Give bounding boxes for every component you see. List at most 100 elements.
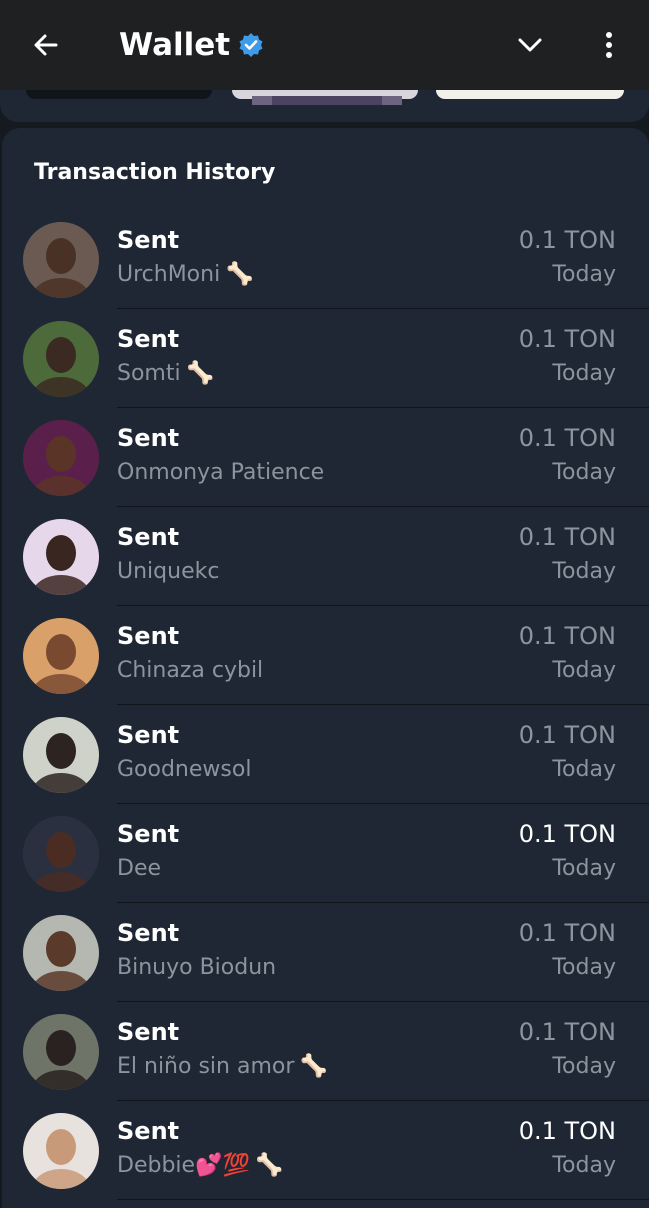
- transaction-type: Sent: [117, 919, 180, 947]
- transaction-row[interactable]: Sent Debbie💕💯 🦴 0.1 TON Today: [2, 1101, 649, 1200]
- recipient-name: Uniquekc: [117, 559, 220, 584]
- bone-emoji-icon: 🦴: [186, 361, 214, 386]
- transaction-type: Sent: [117, 820, 180, 848]
- transaction-date: Today: [552, 955, 616, 980]
- more-options-button[interactable]: [590, 25, 628, 65]
- transaction-type: Sent: [117, 523, 180, 551]
- nft-image: [252, 96, 402, 105]
- avatar[interactable]: [23, 1014, 99, 1090]
- title-group: Wallet: [119, 22, 264, 68]
- transaction-row[interactable]: Sent UrchMoni 🦴 0.1 TON Today: [2, 210, 649, 309]
- transaction-type: Sent: [117, 424, 180, 452]
- transaction-date: Today: [552, 658, 616, 683]
- transaction-type: Sent: [117, 721, 180, 749]
- action-tile[interactable]: [232, 90, 418, 105]
- avatar[interactable]: [23, 915, 99, 991]
- recipient-name-group: Goodnewsol: [117, 757, 251, 782]
- section-title: Transaction History: [34, 160, 276, 185]
- profile-photo: [23, 1014, 99, 1090]
- bone-emoji-icon: 🦴: [300, 1054, 328, 1079]
- avatar[interactable]: [23, 816, 99, 892]
- transaction-type: Sent: [117, 226, 180, 254]
- transaction-date: Today: [552, 1153, 616, 1178]
- more-vertical-icon: [606, 32, 612, 58]
- transaction-list: Sent UrchMoni 🦴 0.1 TON Today Sent Somti 🦴 0.1 T…: [2, 210, 649, 1200]
- transaction-amount: 0.1 TON: [518, 721, 616, 749]
- action-tile[interactable]: [26, 90, 212, 99]
- transaction-date: Today: [552, 856, 616, 881]
- profile-photo: [23, 321, 99, 397]
- recipient-name-group: Uniquekc: [117, 559, 219, 584]
- transaction-amount: 0.1 TON: [518, 226, 616, 254]
- wallet-actions-card: [0, 90, 649, 122]
- transaction-date: Today: [552, 1054, 616, 1079]
- avatar[interactable]: [23, 717, 99, 793]
- recipient-name: Binuyo Biodun: [117, 955, 277, 980]
- verified-badge-icon: [239, 33, 263, 57]
- transaction-date: Today: [552, 460, 616, 485]
- avatar[interactable]: [23, 420, 99, 496]
- recipient-name-group: UrchMoni 🦴: [117, 262, 254, 287]
- transaction-row[interactable]: Sent El niño sin amor 🦴 0.1 TON Today: [2, 1002, 649, 1101]
- transaction-row[interactable]: Sent Chinaza cybil 0.1 TON Today: [2, 606, 649, 705]
- recipient-name-group: Debbie💕💯 🦴: [117, 1153, 283, 1178]
- recipient-name-group: Somti 🦴: [117, 361, 214, 386]
- recipient-name: El niño sin amor: [117, 1054, 295, 1079]
- transaction-amount: 0.1 TON: [518, 919, 616, 947]
- profile-photo: [23, 222, 99, 298]
- transaction-amount: 0.1 TON: [518, 325, 616, 353]
- transaction-type: Sent: [117, 325, 180, 353]
- recipient-name: Goodnewsol: [117, 757, 252, 782]
- recipient-name: Chinaza cybil: [117, 658, 264, 683]
- recipient-name-group: El niño sin amor 🦴: [117, 1054, 328, 1079]
- transaction-row[interactable]: Sent Onmonya Patience 0.1 TON Today: [2, 408, 649, 507]
- profile-photo: [23, 519, 99, 595]
- recipient-name: Dee: [117, 856, 162, 881]
- profile-photo: [23, 618, 99, 694]
- chevron-down-icon: [518, 38, 542, 52]
- collapse-button[interactable]: [510, 25, 550, 65]
- back-button[interactable]: [24, 25, 68, 65]
- transaction-date: Today: [552, 559, 616, 584]
- recipient-name-group: Chinaza cybil: [117, 658, 263, 683]
- transaction-date: Today: [552, 757, 616, 782]
- recipient-name: Somti: [117, 361, 181, 386]
- avatar[interactable]: [23, 1113, 99, 1189]
- action-tile[interactable]: [436, 90, 624, 99]
- avatar[interactable]: [23, 618, 99, 694]
- profile-photo: [23, 816, 99, 892]
- profile-photo: [23, 915, 99, 991]
- transaction-history-card: Transaction History Sent UrchMoni 🦴 0.1 TON…: [2, 128, 649, 1208]
- transaction-row[interactable]: Sent Somti 🦴 0.1 TON Today: [2, 309, 649, 408]
- page-title: Wallet: [119, 27, 231, 63]
- transaction-amount: 0.1 TON: [518, 424, 616, 452]
- profile-photo: [23, 420, 99, 496]
- transaction-amount: 0.1 TON: [518, 1018, 616, 1046]
- avatar[interactable]: [23, 222, 99, 298]
- transaction-date: Today: [552, 262, 616, 287]
- transaction-type: Sent: [117, 1117, 180, 1145]
- transaction-row[interactable]: Sent Uniquekc 0.1 TON Today: [2, 507, 649, 606]
- recipient-name-group: Dee: [117, 856, 161, 881]
- arrow-left-icon: [34, 34, 58, 56]
- recipient-name: UrchMoni: [117, 262, 221, 287]
- transaction-amount: 0.1 TON: [518, 1117, 616, 1145]
- transaction-type: Sent: [117, 1018, 180, 1046]
- avatar[interactable]: [23, 519, 99, 595]
- recipient-name: Onmonya Patience: [117, 460, 325, 485]
- app-header: Wallet: [0, 0, 649, 90]
- transaction-date: Today: [552, 361, 616, 386]
- profile-photo: [23, 717, 99, 793]
- transaction-row[interactable]: Sent Dee 0.1 TON Today: [2, 804, 649, 903]
- transaction-row[interactable]: Sent Goodnewsol 0.1 TON Today: [2, 705, 649, 804]
- bone-emoji-icon: 🦴: [226, 262, 254, 287]
- transaction-amount: 0.1 TON: [518, 820, 616, 848]
- recipient-name-group: Onmonya Patience: [117, 460, 324, 485]
- transaction-amount: 0.1 TON: [518, 622, 616, 650]
- avatar[interactable]: [23, 321, 99, 397]
- recipient-name: Debbie💕💯: [117, 1153, 250, 1178]
- recipient-name-group: Binuyo Biodun: [117, 955, 276, 980]
- profile-photo: [23, 1113, 99, 1189]
- transaction-type: Sent: [117, 622, 180, 650]
- transaction-row[interactable]: Sent Binuyo Biodun 0.1 TON Today: [2, 903, 649, 1002]
